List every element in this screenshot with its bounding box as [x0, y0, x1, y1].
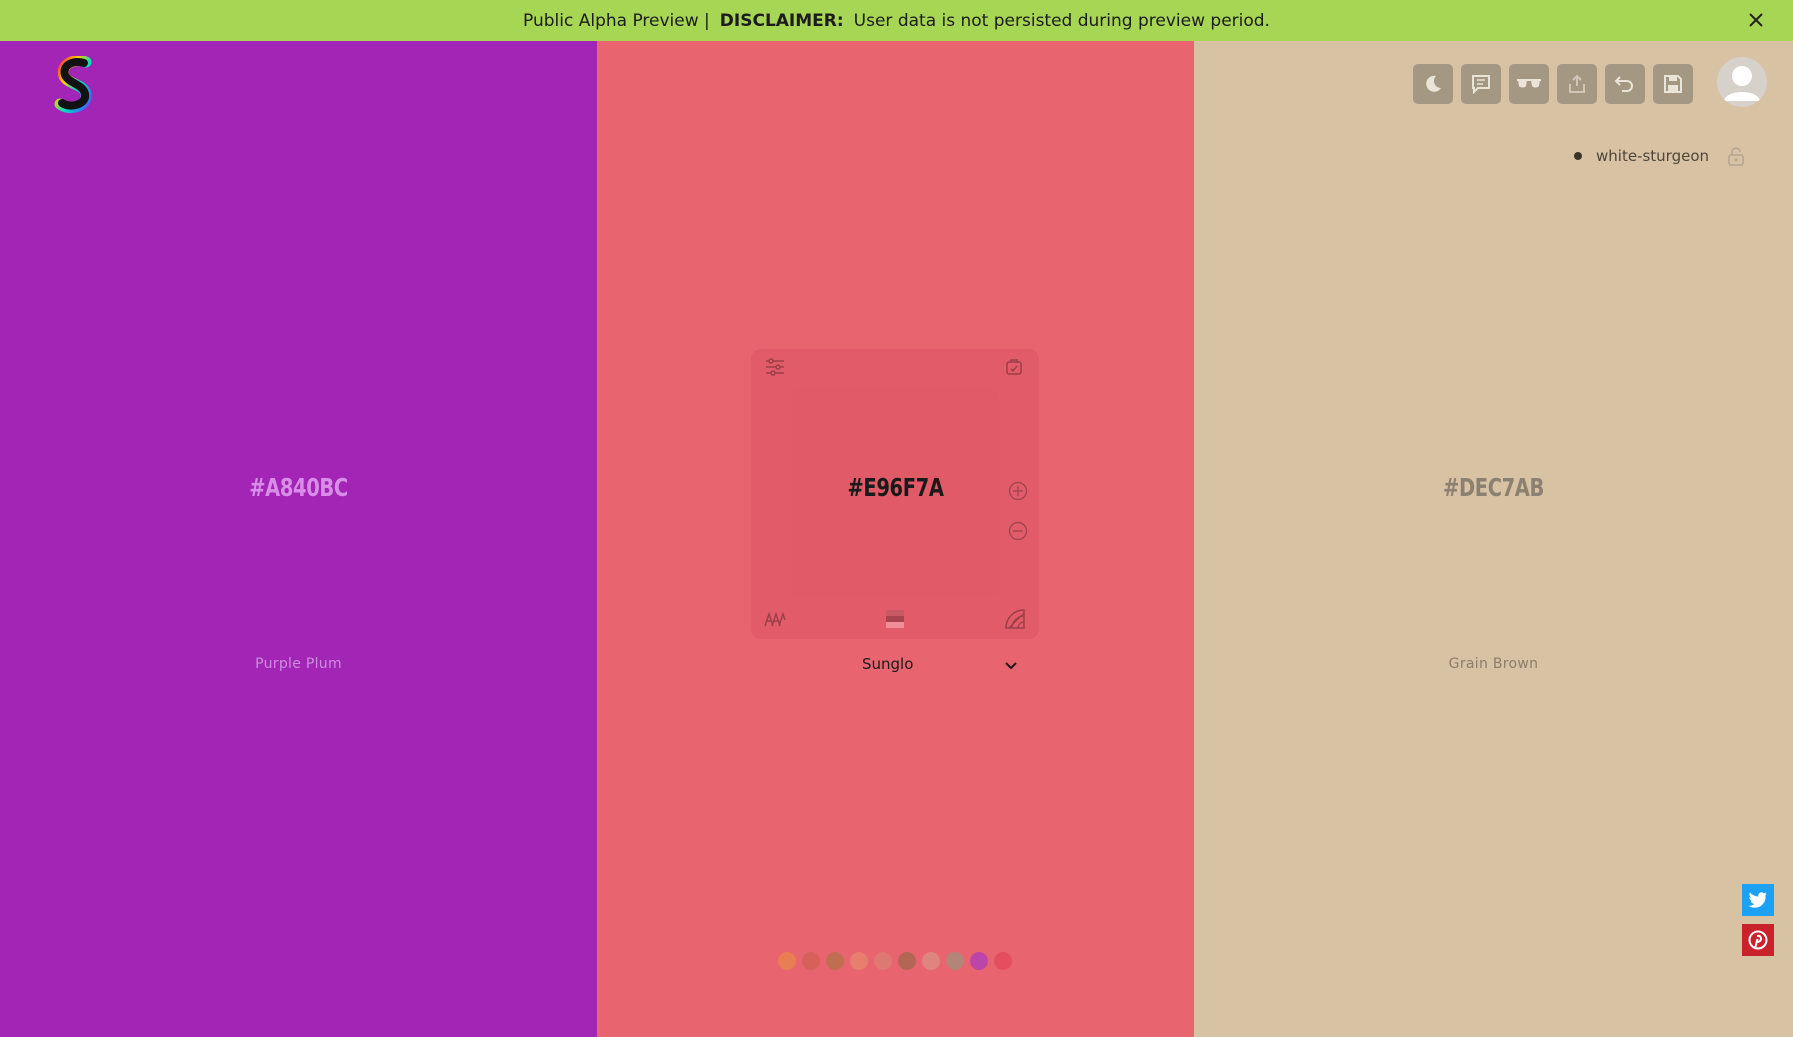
chevron-down-icon[interactable]	[1004, 657, 1018, 675]
twitter-icon[interactable]	[1742, 884, 1774, 916]
avatar[interactable]	[1717, 57, 1767, 107]
unlock-icon[interactable]	[1727, 146, 1745, 166]
status-dot	[1574, 152, 1582, 160]
history-color-dot[interactable]	[802, 952, 820, 970]
history-color-dot[interactable]	[826, 952, 844, 970]
color-hex-label[interactable]: #E96F7A	[663, 473, 1129, 502]
color-column-1[interactable]: #A840BC Purple Plum	[0, 41, 597, 1037]
tag-icon[interactable]	[1003, 356, 1025, 378]
contrast-icon[interactable]	[763, 608, 787, 630]
color-name-label: Grain Brown	[1448, 656, 1539, 672]
history-color-dot[interactable]	[994, 952, 1012, 970]
history-color-dot[interactable]	[898, 952, 916, 970]
save-icon[interactable]	[1653, 64, 1693, 104]
color-column-3[interactable]: #DEC7AB Grain Brown	[1194, 41, 1793, 1037]
history-color-dot[interactable]	[946, 952, 964, 970]
sliders-icon[interactable]	[764, 356, 786, 378]
glasses-icon[interactable]	[1509, 64, 1549, 104]
banner-message: User data is not persisted during previe…	[853, 10, 1270, 31]
disclaimer-banner: Public Alpha Preview | DISCLAIMER: User …	[0, 0, 1793, 41]
close-icon[interactable]	[1745, 9, 1767, 31]
toolbar	[1413, 64, 1693, 104]
color-hex-label[interactable]: #DEC7AB	[1260, 473, 1727, 502]
minus-icon[interactable]	[1007, 520, 1029, 542]
history-color-dot[interactable]	[778, 952, 796, 970]
share-icon[interactable]	[1557, 64, 1597, 104]
comment-icon[interactable]	[1461, 64, 1501, 104]
palette-name[interactable]: white-sturgeon	[1596, 147, 1709, 165]
history-color-dot[interactable]	[970, 952, 988, 970]
history-color-dot[interactable]	[850, 952, 868, 970]
color-hex-label[interactable]: #A840BC	[66, 473, 532, 502]
undo-icon[interactable]	[1605, 64, 1645, 104]
history-color-dot[interactable]	[922, 952, 940, 970]
history-color-dot[interactable]	[874, 952, 892, 970]
shades-icon[interactable]	[884, 608, 906, 630]
color-name-select[interactable]: Sunglo	[862, 655, 1017, 673]
moon-icon[interactable]	[1413, 64, 1453, 104]
banner-label: DISCLAIMER:	[719, 10, 844, 31]
color-history	[778, 952, 1012, 970]
app-logo[interactable]	[52, 55, 100, 114]
banner-prefix: Public Alpha Preview |	[523, 10, 710, 31]
selected-color-name: Sunglo	[862, 655, 914, 673]
gradient-icon[interactable]	[1003, 607, 1027, 631]
color-name-label: Purple Plum	[255, 656, 342, 672]
palette-name-row: white-sturgeon	[1574, 146, 1745, 166]
pinterest-icon[interactable]	[1742, 924, 1774, 956]
